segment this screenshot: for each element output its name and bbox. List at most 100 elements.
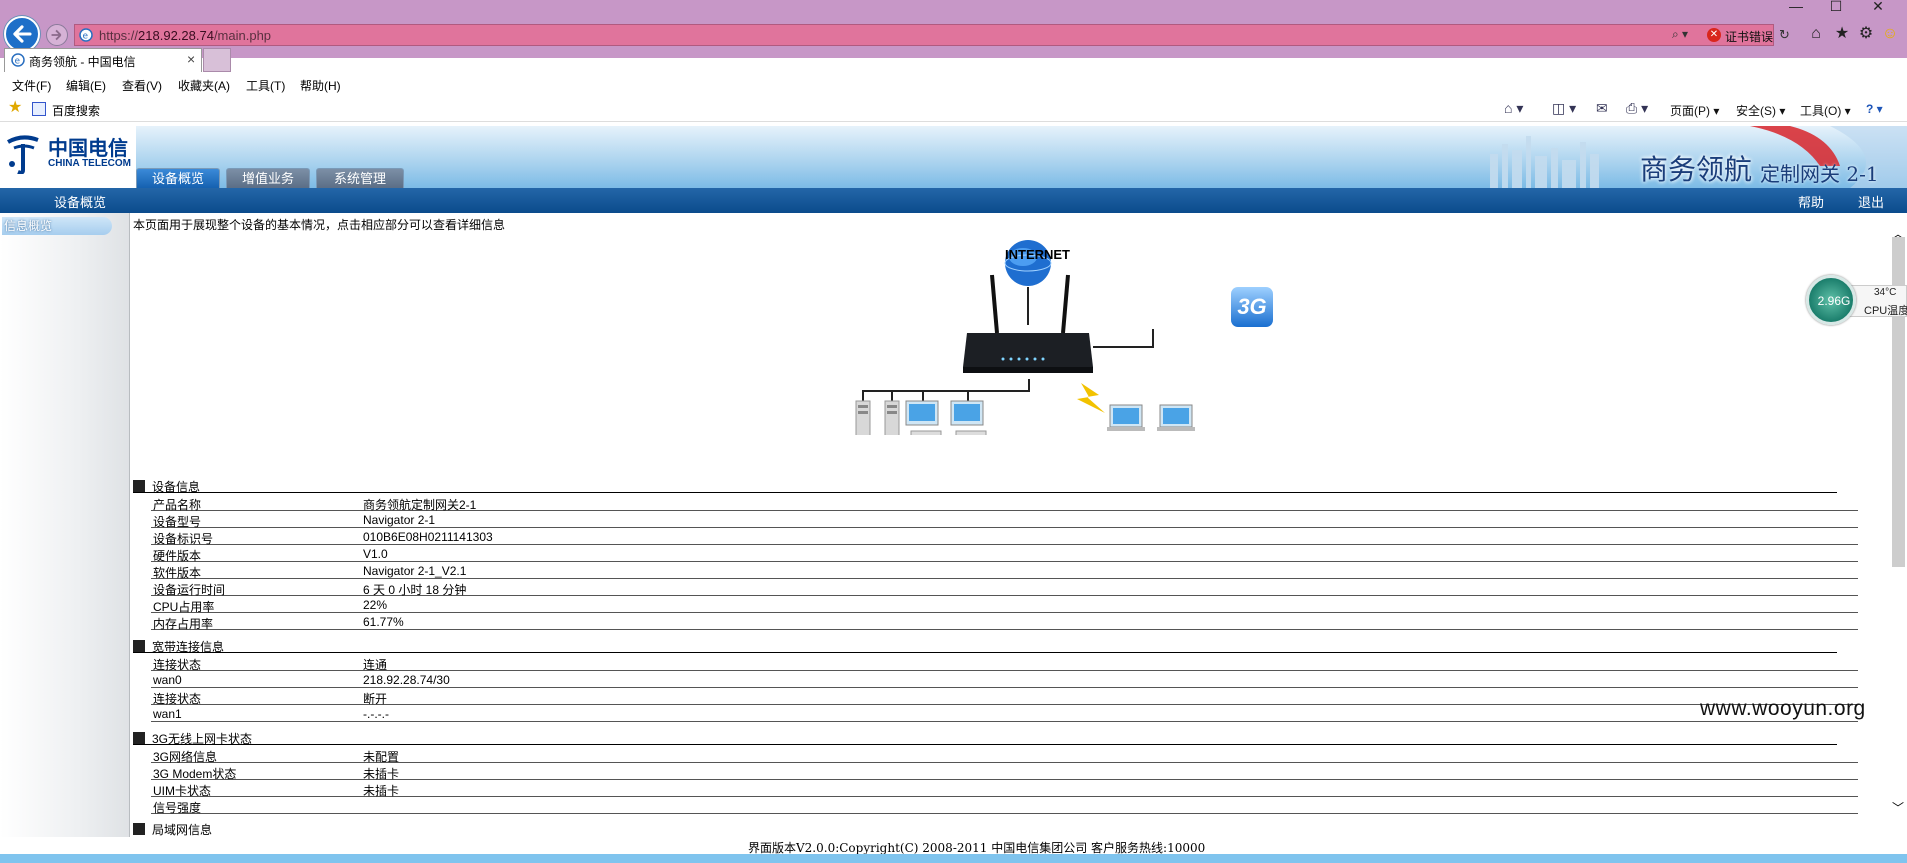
info-row: 3G网络信息 未配置 <box>151 746 1858 764</box>
menu-tools[interactable]: 工具(T) <box>246 77 285 94</box>
print-icon[interactable]: ⎙ ▾ <box>1626 100 1648 117</box>
tab-title: 商务领航 - 中国电信 <box>29 55 136 69</box>
section-bullet <box>133 480 145 492</box>
cert-error-icon: ✕ <box>1707 28 1721 42</box>
mail-icon[interactable]: ✉ <box>1596 100 1608 117</box>
tab-close-icon[interactable]: × <box>187 51 195 67</box>
minimize-button[interactable]: — <box>1778 0 1814 14</box>
sidebar-item-info-overview[interactable]: 信息概览 <box>2 217 112 235</box>
close-window-button[interactable]: ✕ <box>1860 0 1896 14</box>
info-row: 设备运行时间 6 天 0 小时 18 分钟 <box>151 579 1858 597</box>
network-speed-gauge[interactable]: 2.96G <box>1806 275 1856 325</box>
menu-view[interactable]: 查看(V) <box>122 77 162 94</box>
menu-help[interactable]: 帮助(H) <box>300 77 341 94</box>
tab-value-added[interactable]: 增值业务 <box>226 168 310 188</box>
help-icon[interactable]: ? ▾ <box>1866 102 1883 116</box>
star-icon[interactable]: ★ <box>1832 24 1852 44</box>
menu-file[interactable]: 文件(F) <box>12 77 51 94</box>
browser-tab[interactable]: e 商务领航 - 中国电信 × <box>4 48 202 72</box>
tools-menu[interactable]: 工具(O) ▾ <box>1800 102 1851 119</box>
internet-label[interactable]: INTERNET <box>1005 247 1070 262</box>
row-key: wan0 <box>153 673 182 687</box>
info-row: UIM卡状态 未插卡 <box>151 780 1858 798</box>
bottom-status-strip <box>0 854 1907 863</box>
tab-system-management[interactable]: 系统管理 <box>316 168 404 188</box>
logo-chinese: 中国电信 <box>48 136 128 160</box>
page-intro: 本页面用于展现整个设备的基本情况，点击相应部分可以查看详细信息 <box>133 218 506 232</box>
wireless-laptop-icon[interactable] <box>1107 404 1145 431</box>
browser-titlebar: e https://218.92.28.74/main.php ⌕ ▾ ✕ 证书… <box>0 0 1907 72</box>
sidebar: 信息概览 <box>0 213 130 837</box>
logout-link[interactable]: 退出 <box>1858 192 1884 211</box>
row-value: Navigator 2-1_V2.1 <box>363 564 467 578</box>
telecom-logo-icon <box>7 135 39 174</box>
forward-arrow-icon <box>51 29 62 41</box>
back-button[interactable] <box>4 16 40 52</box>
3g-icon[interactable]: 3G <box>1231 287 1273 327</box>
desktop-pc-icon[interactable] <box>905 400 942 435</box>
row-key: wan1 <box>153 707 182 721</box>
info-row: CPU占用率 22% <box>151 596 1858 614</box>
widget-temperature: 34°C <box>1874 287 1897 298</box>
menu-edit[interactable]: 编辑(E) <box>66 77 106 94</box>
section-title: 局域网信息 <box>152 823 213 837</box>
refresh-icon[interactable]: ↻ <box>1779 27 1790 43</box>
address-search-icon[interactable]: ⌕ ▾ <box>1672 27 1698 43</box>
menu-bar: 文件(F) 编辑(E) 查看(V) 收藏夹(A) 工具(T) 帮助(H) <box>0 72 1907 96</box>
favorites-star-icon[interactable]: ★ <box>8 100 22 116</box>
info-row: 设备型号 Navigator 2-1 <box>151 511 1858 529</box>
row-value: 61.77% <box>363 615 404 629</box>
safety-menu[interactable]: 安全(S) ▾ <box>1736 102 1785 119</box>
router-admin-page: 中国电信 CHINA TELECOM 商务领航 定制网关 2-1 设备概览 增值… <box>0 126 1907 855</box>
back-arrow-icon <box>13 25 32 43</box>
wireless-laptop-icon[interactable] <box>1157 404 1195 431</box>
info-row: 连接状态 连通 <box>151 654 1858 672</box>
widget-speed-value: 2.96G <box>1817 294 1851 308</box>
server-icon[interactable] <box>855 400 871 435</box>
row-key: 内存占用率 <box>153 617 214 631</box>
brand-title: 商务领航 <box>1640 153 1753 186</box>
maximize-button[interactable]: ☐ <box>1818 0 1854 14</box>
forward-button[interactable] <box>46 24 68 46</box>
favorite-baidu-link[interactable]: 百度搜索 <box>52 102 100 119</box>
new-tab-button[interactable] <box>203 48 231 72</box>
address-url: https://218.92.28.74/main.php <box>99 28 272 43</box>
home-icon[interactable]: ⌂ <box>1806 24 1826 44</box>
section-header: 局域网信息 <box>133 820 1837 837</box>
server-icon[interactable] <box>884 400 900 435</box>
scroll-down-icon[interactable]: ﹀ <box>1892 799 1904 816</box>
cert-error-label[interactable]: 证书错误 <box>1725 28 1773 45</box>
section-bullet <box>133 823 145 835</box>
rss-icon[interactable]: ◫ ▾ <box>1552 100 1576 117</box>
page-menu[interactable]: 页面(P) ▾ <box>1670 102 1719 119</box>
smiley-icon[interactable]: ☺ <box>1880 24 1900 44</box>
info-row: wan1 -.-.-.- <box>151 705 1858 722</box>
section-header: 设备信息 <box>133 477 1837 494</box>
watermark: www.wooyun.org <box>1700 697 1866 720</box>
brand-subtitle: 定制网关 2-1 <box>1760 162 1879 186</box>
cpu-temp-widget[interactable]: 34°C CPU温度 2.96G <box>1806 275 1907 327</box>
row-value: 218.92.28.74/30 <box>363 673 450 687</box>
gear-icon[interactable]: ⚙ <box>1856 24 1876 44</box>
row-key: 信号强度 <box>153 801 202 815</box>
info-row: 信号强度 <box>151 797 1858 815</box>
help-link[interactable]: 帮助 <box>1798 192 1824 211</box>
section-bullet <box>133 640 145 652</box>
widget-cpu-label: CPU温度 <box>1864 305 1907 317</box>
home-dropdown-icon[interactable]: ⌂ ▾ <box>1504 100 1523 117</box>
menu-favorites[interactable]: 收藏夹(A) <box>178 77 230 94</box>
section-title: 宽带连接信息 <box>152 640 225 654</box>
tab-device-overview[interactable]: 设备概览 <box>136 168 220 188</box>
row-value: 010B6E08H0211141303 <box>363 530 493 544</box>
main-content: 本页面用于展现整个设备的基本情况，点击相应部分可以查看详细信息 INTERNET… <box>131 213 1886 837</box>
info-row: 连接状态 断开 <box>151 688 1858 706</box>
subnav-device-overview[interactable]: 设备概览 <box>54 192 106 211</box>
info-row: 产品名称 商务领航定制网关2-1 <box>151 494 1858 512</box>
address-bar[interactable]: e https://218.92.28.74/main.php ⌕ ▾ ✕ 证书… <box>74 24 1790 46</box>
desktop-pc-icon[interactable] <box>950 400 987 435</box>
section-header: 宽带连接信息 <box>133 637 1837 654</box>
info-row: 设备标识号 010B6E08H0211141303 <box>151 528 1858 546</box>
info-row: 硬件版本 V1.0 <box>151 545 1858 563</box>
svg-text:e: e <box>15 57 21 67</box>
info-row: 3G Modem状态 未插卡 <box>151 763 1858 781</box>
